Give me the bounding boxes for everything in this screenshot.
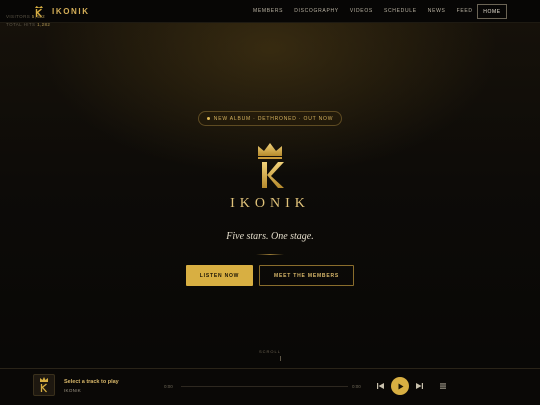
visitors-value: 5,482 [31, 14, 46, 19]
nav-links: MEMBERS DISCOGRAPHY VIDEOS SCHEDULE NEWS… [253, 8, 484, 14]
badge-dot-icon [206, 117, 210, 120]
play-icon [398, 383, 403, 389]
nav-link-videos[interactable]: VIDEOS [350, 8, 373, 14]
scroll-hint: SCROLL [258, 349, 281, 354]
album-art-crown-icon [40, 377, 48, 393]
nav-link-news[interactable]: NEWS [428, 8, 446, 14]
album-art[interactable] [33, 374, 55, 396]
logo-text: IKONIK [52, 7, 90, 16]
track-title: Select a track to play [64, 379, 119, 385]
scroll-indicator-line [280, 356, 281, 361]
play-button[interactable] [391, 377, 409, 395]
next-icon[interactable] [416, 383, 423, 389]
time-current: 0:00 [164, 384, 173, 389]
track-artist: IKONIK [64, 388, 82, 393]
nav-link-members[interactable]: MEMBERS [253, 8, 283, 14]
progress-bar[interactable] [181, 386, 348, 387]
hero-tagline: Five stars. One stage. [226, 231, 314, 242]
total-hits-value: 1,282 [37, 22, 51, 27]
new-album-badge[interactable]: NEW ALBUM · DETHRONED · OUT NOW [198, 111, 342, 126]
nav-link-feed[interactable]: FEED [457, 8, 473, 14]
crown-k-emblem-icon [258, 143, 284, 188]
top-navigation: IKONIK MEMBERS DISCOGRAPHY VIDEOS SCHEDU… [0, 0, 540, 23]
total-hits-label: TOTAL HITS [6, 22, 36, 27]
home-button[interactable]: HOME [477, 4, 507, 19]
listen-now-button[interactable]: LISTEN NOW [186, 265, 253, 286]
playlist-icon[interactable] [440, 383, 446, 389]
nav-link-discography[interactable]: DISCOGRAPHY [294, 8, 339, 14]
nav-link-schedule[interactable]: SCHEDULE [384, 8, 417, 14]
hero-divider [256, 254, 284, 255]
visitors-label: VISITORS [6, 14, 31, 19]
badge-text: NEW ALBUM · DETHRONED · OUT NOW [213, 115, 334, 122]
time-total: 0:00 [352, 384, 361, 389]
hero-brand-title: IKONIK [230, 196, 310, 211]
meet-members-button[interactable]: MEET THE MEMBERS [259, 265, 354, 286]
visitor-counter: VISITORS 5,482 TOTAL HITS 1,282 [6, 13, 50, 29]
previous-icon[interactable] [377, 383, 384, 389]
